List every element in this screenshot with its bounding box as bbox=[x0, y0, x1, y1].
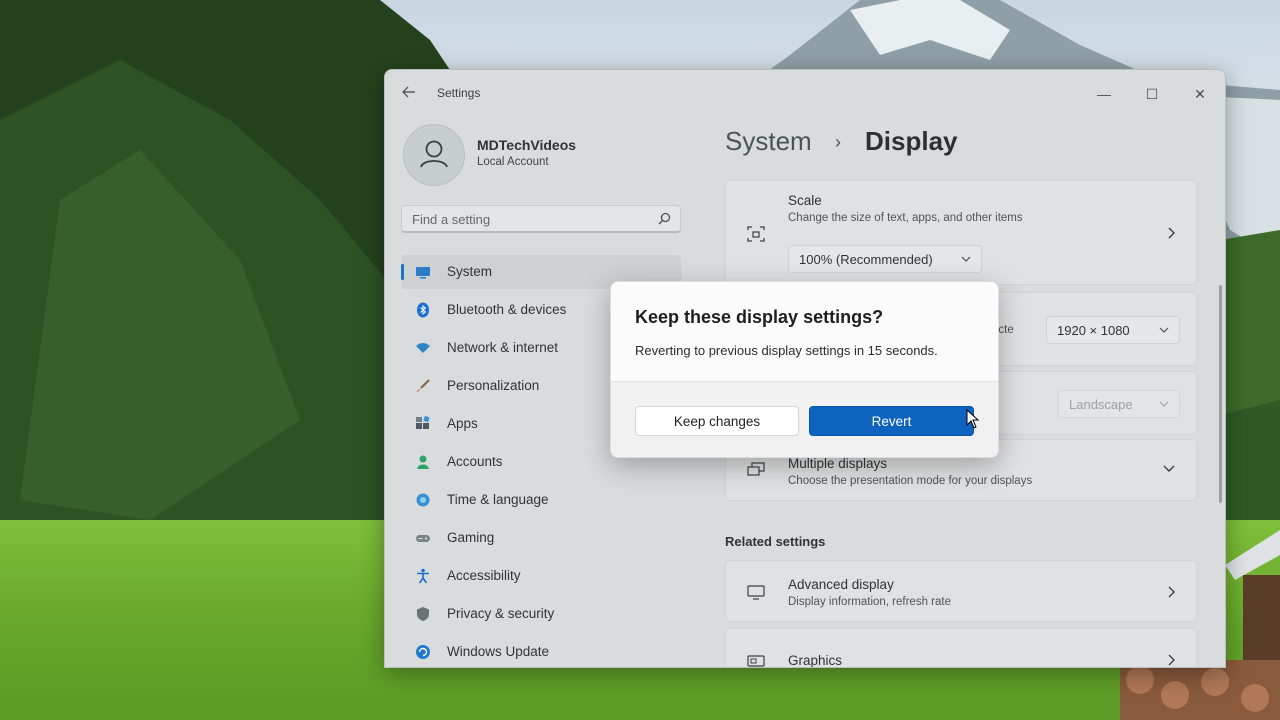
mouse-cursor-icon bbox=[966, 409, 980, 429]
title-bar: Settings — ☐ ✕ bbox=[385, 70, 1225, 116]
search-box[interactable]: Find a setting bbox=[401, 205, 681, 233]
person-icon bbox=[417, 455, 429, 469]
chevron-down-icon bbox=[1159, 401, 1169, 407]
advanced-display-subtitle: Display information, refresh rate bbox=[788, 596, 951, 608]
maximize-button[interactable]: ☐ bbox=[1129, 78, 1175, 110]
revert-button[interactable]: Revert bbox=[809, 406, 974, 436]
sidebar-item-label: Bluetooth & devices bbox=[447, 302, 567, 317]
keep-changes-button[interactable]: Keep changes bbox=[635, 406, 799, 436]
avatar[interactable] bbox=[403, 124, 465, 186]
profile-name: MDTechVideos bbox=[477, 137, 577, 153]
apps-grid-icon bbox=[416, 416, 430, 429]
advanced-display-title: Advanced display bbox=[788, 577, 894, 592]
breadcrumb-parent[interactable]: System bbox=[725, 126, 812, 157]
chevron-down-icon bbox=[1159, 327, 1169, 333]
sidebar-item-label: Apps bbox=[447, 416, 478, 431]
monitor-icon bbox=[747, 585, 765, 600]
bluetooth-icon bbox=[417, 302, 429, 318]
accessibility-icon bbox=[417, 568, 429, 584]
person-avatar-icon bbox=[420, 140, 448, 168]
back-arrow-icon[interactable] bbox=[401, 84, 419, 102]
chevron-right-icon bbox=[1168, 227, 1175, 239]
chevron-right-icon bbox=[1168, 586, 1175, 598]
update-icon bbox=[416, 645, 430, 659]
chevron-right-icon bbox=[1168, 654, 1175, 666]
globe-clock-icon bbox=[416, 493, 430, 507]
scale-dropdown[interactable]: 100% (Recommended) bbox=[788, 245, 982, 273]
chevron-down-icon bbox=[1163, 465, 1175, 472]
search-input[interactable]: Find a setting bbox=[412, 212, 490, 227]
keep-display-settings-dialog: Keep these display settings? Reverting t… bbox=[610, 281, 999, 458]
breadcrumb-separator: › bbox=[835, 132, 841, 152]
graphics-title: Graphics bbox=[788, 653, 843, 668]
graphics-card[interactable]: Graphics bbox=[725, 628, 1197, 668]
sidebar-item-windows-update[interactable]: Windows Update bbox=[401, 635, 681, 667]
chevron-down-icon bbox=[961, 256, 971, 262]
advanced-display-card[interactable]: Advanced display Display information, re… bbox=[725, 560, 1197, 622]
scale-icon bbox=[747, 226, 765, 242]
sidebar-item-label: Network & internet bbox=[447, 340, 559, 355]
minimize-button[interactable]: — bbox=[1081, 78, 1127, 110]
related-settings-heading: Related settings bbox=[725, 534, 826, 549]
scale-card[interactable]: Scale Change the size of text, apps, and… bbox=[725, 180, 1197, 285]
gamepad-icon bbox=[416, 535, 430, 542]
scale-title: Scale bbox=[788, 193, 822, 208]
dialog-footer: Keep changes Revert bbox=[611, 381, 998, 457]
sidebar-item-privacy[interactable]: Privacy & security bbox=[401, 597, 681, 631]
close-button[interactable]: ✕ bbox=[1177, 78, 1223, 110]
resolution-dropdown-value: 1920 × 1080 bbox=[1057, 323, 1130, 338]
dialog-message: Reverting to previous display settings i… bbox=[635, 343, 938, 358]
shield-icon bbox=[417, 607, 429, 621]
sidebar-item-label: Windows Update bbox=[447, 644, 550, 659]
sidebar-item-label: Accessibility bbox=[447, 568, 521, 583]
multiple-displays-title: Multiple displays bbox=[788, 456, 888, 471]
multiple-displays-icon bbox=[747, 462, 765, 476]
sidebar-item-label: Gaming bbox=[447, 530, 495, 545]
page-title: Display bbox=[865, 126, 958, 156]
sidebar-item-time-language[interactable]: Time & language bbox=[401, 483, 681, 517]
wifi-icon bbox=[416, 343, 430, 353]
orientation-dropdown-value: Landscape bbox=[1069, 397, 1133, 412]
dialog-title: Keep these display settings? bbox=[635, 307, 884, 327]
orientation-dropdown[interactable]: Landscape bbox=[1058, 390, 1180, 418]
content-scrollbar[interactable] bbox=[1219, 285, 1222, 503]
search-icon bbox=[658, 212, 671, 225]
sidebar-item-label: Privacy & security bbox=[447, 606, 555, 621]
sidebar-item-label: Time & language bbox=[447, 492, 549, 507]
sidebar-item-label: Accounts bbox=[447, 454, 503, 469]
multiple-displays-subtitle: Choose the presentation mode for your di… bbox=[788, 475, 1033, 487]
paintbrush-icon bbox=[417, 379, 430, 392]
sidebar-item-gaming[interactable]: Gaming bbox=[401, 521, 681, 555]
selected-indicator bbox=[401, 264, 404, 280]
resolution-dropdown[interactable]: 1920 × 1080 bbox=[1046, 316, 1180, 344]
sidebar-item-label: System bbox=[447, 264, 493, 279]
scale-dropdown-value: 100% (Recommended) bbox=[799, 252, 933, 267]
system-display-icon bbox=[416, 267, 430, 279]
app-title: Settings bbox=[437, 86, 481, 100]
profile-account-type: Local Account bbox=[477, 156, 549, 168]
graphics-card-icon bbox=[747, 655, 765, 667]
sidebar-item-label: Personalization bbox=[447, 378, 540, 393]
sidebar-item-accessibility[interactable]: Accessibility bbox=[401, 559, 681, 593]
scale-subtitle: Change the size of text, apps, and other… bbox=[788, 212, 1023, 224]
